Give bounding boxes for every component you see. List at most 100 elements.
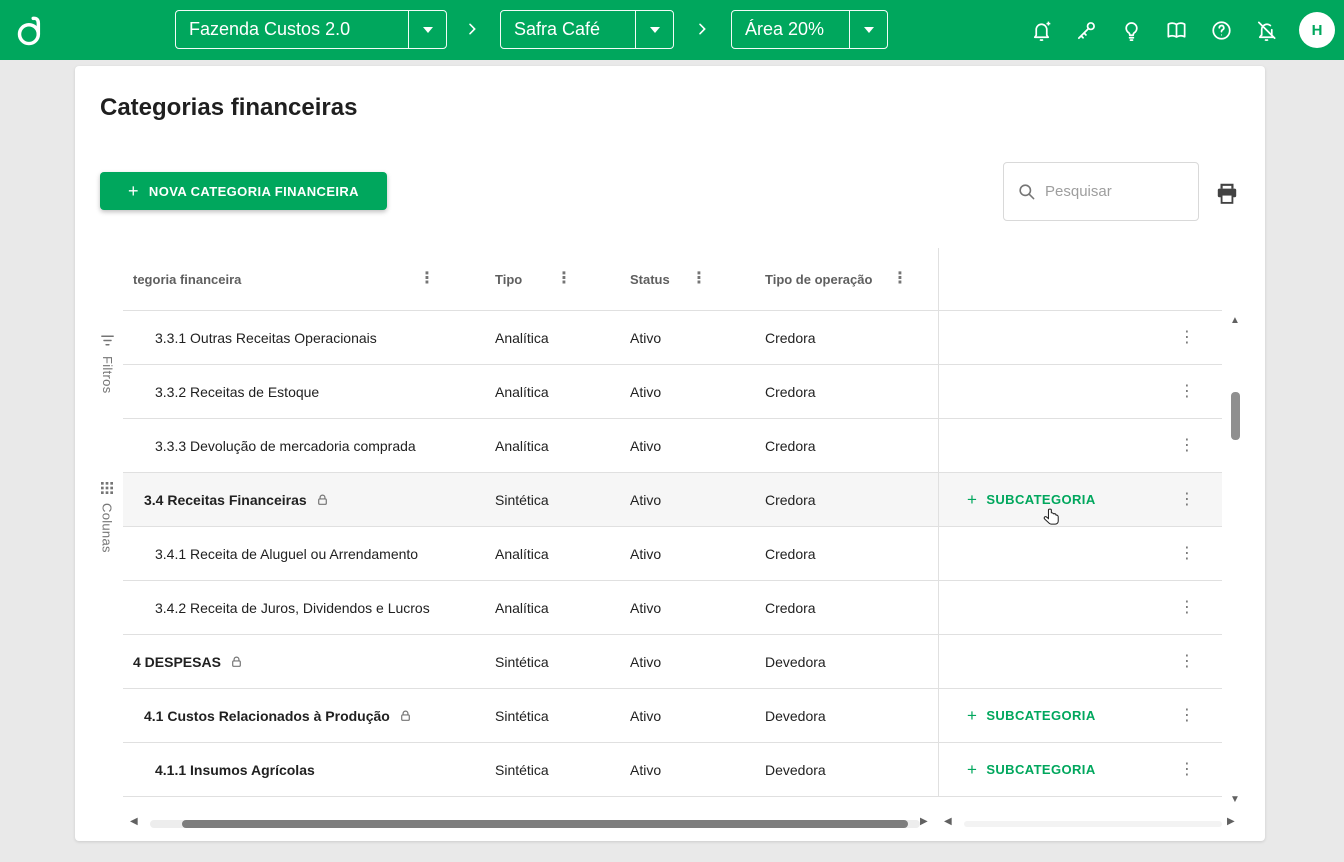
row-menu-button[interactable]: ⋮ bbox=[1179, 384, 1195, 400]
cell-tipo: Analítica bbox=[495, 527, 630, 580]
area-selector-value: Área 20% bbox=[732, 11, 849, 48]
key-icon[interactable] bbox=[1074, 18, 1098, 42]
category-name: 4.1.1 Insumos Agrícolas bbox=[155, 762, 315, 778]
cell-actions: + SUBCATEGORIA ⋮ bbox=[938, 689, 1222, 742]
cell-tipo: Analítica bbox=[495, 419, 630, 472]
category-name-cell: 3.3.1 Outras Receitas Operacionais bbox=[123, 311, 495, 364]
cell-status: Ativo bbox=[630, 743, 765, 796]
header-menu-button[interactable]: ⋮ bbox=[419, 271, 435, 287]
notification-add-icon[interactable] bbox=[1029, 18, 1053, 42]
breadcrumb-chevron-icon bbox=[464, 21, 480, 37]
chevron-down-icon bbox=[635, 11, 673, 48]
cell-operacao: Credora bbox=[765, 311, 938, 364]
category-name-cell: 4.1 Custos Relacionados à Produção bbox=[123, 689, 495, 742]
add-subcategory-button[interactable]: + SUBCATEGORIA bbox=[967, 491, 1096, 508]
table-row: 3.3.3 Devolução de mercadoria comprada A… bbox=[123, 419, 1222, 473]
header-menu-button[interactable]: ⋮ bbox=[556, 271, 572, 287]
plus-icon: + bbox=[967, 761, 977, 778]
cell-tipo: Sintética bbox=[495, 689, 630, 742]
pinned-scroll-right-icon[interactable]: ▶ bbox=[1227, 817, 1235, 827]
plus-icon: + bbox=[967, 707, 977, 724]
filter-icon bbox=[99, 332, 116, 349]
new-category-button[interactable]: + NOVA CATEGORIA FINANCEIRA bbox=[100, 172, 387, 210]
columns-tab[interactable]: Colunas bbox=[99, 480, 115, 553]
header-menu-button[interactable]: ⋮ bbox=[892, 271, 908, 287]
scroll-left-icon[interactable]: ◀ bbox=[130, 817, 138, 827]
new-category-label: NOVA CATEGORIA FINANCEIRA bbox=[149, 184, 359, 199]
lightbulb-icon[interactable] bbox=[1119, 18, 1143, 42]
search-box bbox=[1003, 162, 1199, 221]
content-card: Categorias financeiras + NOVA CATEGORIA … bbox=[75, 66, 1265, 841]
table-row: 4 DESPESAS Sintética Ativo Devedora ⋮ bbox=[123, 635, 1222, 689]
add-subcategory-button[interactable]: + SUBCATEGORIA bbox=[967, 761, 1096, 778]
category-name: 4.1 Custos Relacionados à Produção bbox=[144, 708, 390, 724]
row-menu-button[interactable]: ⋮ bbox=[1179, 546, 1195, 562]
table-row: 3.3.1 Outras Receitas Operacionais Analí… bbox=[123, 311, 1222, 365]
category-name: 3.4.1 Receita de Aluguel ou Arrendamento bbox=[155, 546, 418, 562]
pinned-scroll-left-icon[interactable]: ◀ bbox=[944, 817, 952, 827]
lock-icon bbox=[316, 493, 329, 507]
table-row: 3.4.2 Receita de Juros, Dividendos e Luc… bbox=[123, 581, 1222, 635]
subcategory-label: SUBCATEGORIA bbox=[986, 492, 1095, 507]
scroll-down-icon[interactable]: ▼ bbox=[1230, 795, 1240, 805]
row-menu-button[interactable]: ⋮ bbox=[1179, 708, 1195, 724]
pinned-hscrollbar-track[interactable] bbox=[964, 821, 1222, 827]
category-name-cell: 3.4 Receitas Financeiras bbox=[123, 473, 495, 526]
brand-logo-icon[interactable] bbox=[14, 12, 48, 48]
category-name-cell: 3.3.2 Receitas de Estoque bbox=[123, 365, 495, 418]
farm-selector-value: Fazenda Custos 2.0 bbox=[176, 11, 408, 48]
row-menu-button[interactable]: ⋮ bbox=[1179, 654, 1195, 670]
row-menu-button[interactable]: ⋮ bbox=[1179, 762, 1195, 778]
header-status: Status ⋮ bbox=[630, 248, 765, 310]
cell-actions: ⋮ bbox=[938, 581, 1222, 634]
cell-tipo: Analítica bbox=[495, 581, 630, 634]
columns-tab-label: Colunas bbox=[100, 503, 115, 553]
book-icon[interactable] bbox=[1164, 18, 1188, 42]
header-menu-button[interactable]: ⋮ bbox=[691, 271, 707, 287]
table-row: 3.4 Receitas Financeiras Sintética Ativo… bbox=[123, 473, 1222, 527]
categories-table: tegoria financeira ⋮ Tipo ⋮ Status ⋮ Tip… bbox=[123, 248, 1222, 797]
scroll-right-icon[interactable]: ▶ bbox=[920, 817, 928, 827]
table-row: 3.3.2 Receitas de Estoque Analítica Ativ… bbox=[123, 365, 1222, 419]
lock-icon bbox=[230, 655, 243, 669]
category-name: 4 DESPESAS bbox=[133, 654, 221, 670]
hscrollbar-thumb[interactable] bbox=[182, 820, 908, 828]
print-button[interactable] bbox=[1214, 181, 1240, 207]
table-header: tegoria financeira ⋮ Tipo ⋮ Status ⋮ Tip… bbox=[123, 248, 1222, 311]
cell-operacao: Credora bbox=[765, 527, 938, 580]
cell-status: Ativo bbox=[630, 635, 765, 688]
chevron-down-icon bbox=[408, 11, 446, 48]
cell-actions: ⋮ bbox=[938, 635, 1222, 688]
row-menu-button[interactable]: ⋮ bbox=[1179, 438, 1195, 454]
area-selector[interactable]: Área 20% bbox=[731, 10, 888, 49]
chevron-down-icon bbox=[849, 11, 887, 48]
plus-icon: + bbox=[967, 491, 977, 508]
cell-operacao: Devedora bbox=[765, 635, 938, 688]
breadcrumb-chevron-icon bbox=[694, 21, 710, 37]
category-name-cell: 3.4.2 Receita de Juros, Dividendos e Luc… bbox=[123, 581, 495, 634]
filters-tab[interactable]: Filtros bbox=[99, 332, 116, 394]
row-menu-button[interactable]: ⋮ bbox=[1179, 492, 1195, 508]
row-menu-button[interactable]: ⋮ bbox=[1179, 600, 1195, 616]
search-input[interactable] bbox=[1045, 183, 1185, 200]
help-icon[interactable] bbox=[1209, 18, 1233, 42]
cell-operacao: Devedora bbox=[765, 689, 938, 742]
lock-icon bbox=[399, 709, 412, 723]
cell-tipo: Sintética bbox=[495, 635, 630, 688]
add-subcategory-button[interactable]: + SUBCATEGORIA bbox=[967, 707, 1096, 724]
notifications-off-icon[interactable] bbox=[1254, 18, 1278, 42]
table-row: 3.4.1 Receita de Aluguel ou Arrendamento… bbox=[123, 527, 1222, 581]
header-actions bbox=[938, 248, 1222, 310]
season-selector[interactable]: Safra Café bbox=[500, 10, 674, 49]
cell-status: Ativo bbox=[630, 473, 765, 526]
vscrollbar-thumb[interactable] bbox=[1231, 392, 1240, 440]
cell-status: Ativo bbox=[630, 689, 765, 742]
cell-status: Ativo bbox=[630, 527, 765, 580]
table-row: 4.1.1 Insumos Agrícolas Sintética Ativo … bbox=[123, 743, 1222, 797]
row-menu-button[interactable]: ⋮ bbox=[1179, 330, 1195, 346]
cell-tipo: Analítica bbox=[495, 365, 630, 418]
farm-selector[interactable]: Fazenda Custos 2.0 bbox=[175, 10, 447, 49]
user-avatar[interactable]: H bbox=[1299, 12, 1335, 48]
category-name-cell: 3.4.1 Receita de Aluguel ou Arrendamento bbox=[123, 527, 495, 580]
scroll-up-icon[interactable]: ▲ bbox=[1230, 316, 1240, 326]
